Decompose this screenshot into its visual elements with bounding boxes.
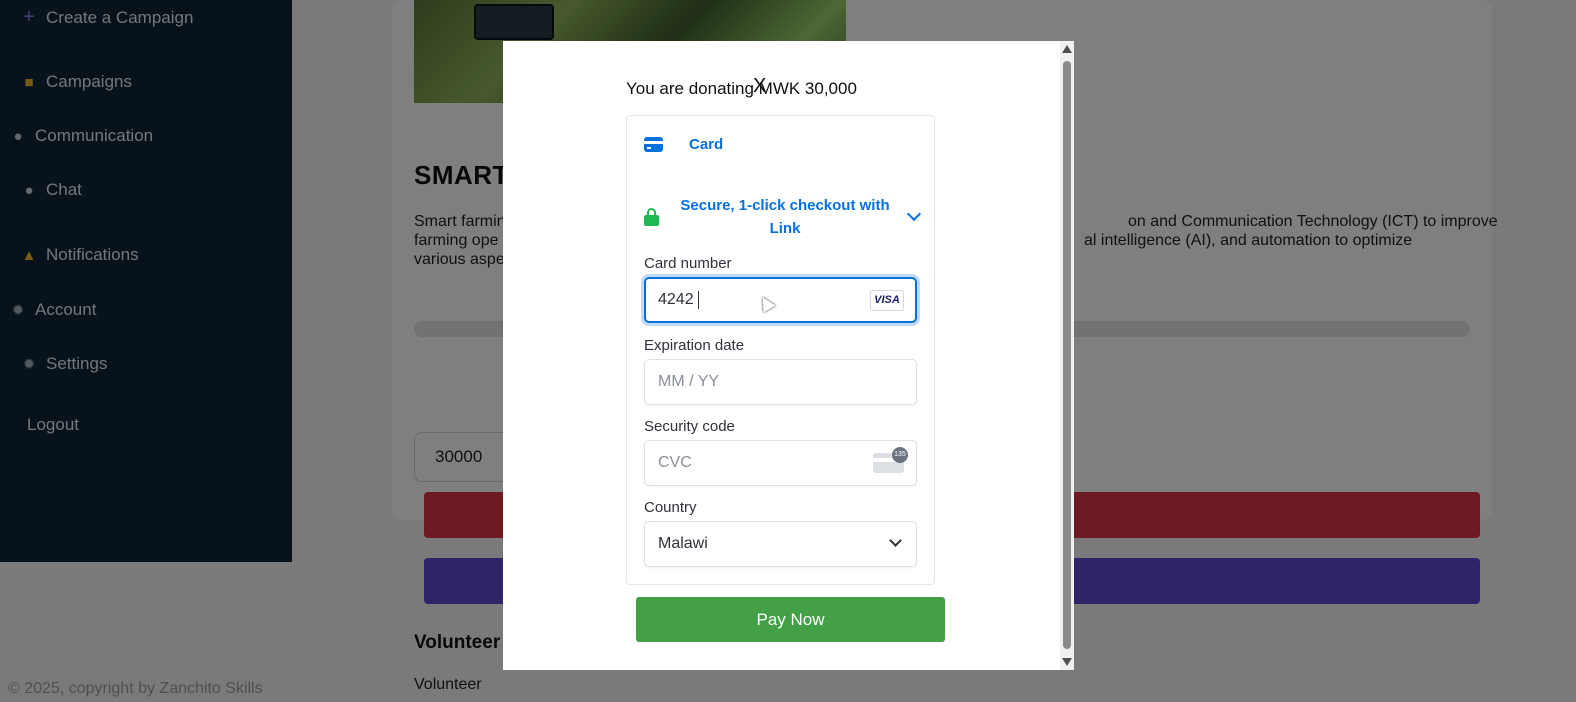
pay-now-button[interactable]: Pay Now: [636, 597, 945, 642]
text-caret: [697, 290, 699, 309]
expiration-label: Expiration date: [644, 337, 745, 354]
card-tab-label: Card: [689, 136, 724, 153]
visa-icon: VISA: [870, 290, 904, 311]
stripe-payment-element: Card Secure, 1-click checkout with Link …: [626, 115, 935, 585]
scroll-up-arrow-icon[interactable]: [1062, 45, 1072, 53]
cvc-input[interactable]: CVC 135: [644, 440, 917, 486]
payment-modal: You are donating MWK 30,000 X Card Secur…: [503, 41, 1074, 670]
expiration-input[interactable]: MM / YY: [644, 359, 917, 405]
link-checkout-toggle[interactable]: Secure, 1-click checkout with Link: [644, 194, 922, 240]
country-value: Malawi: [658, 535, 708, 552]
card-number-label: Card number: [644, 255, 732, 272]
security-code-label: Security code: [644, 418, 735, 435]
close-button[interactable]: X: [753, 75, 766, 98]
scrollbar-thumb[interactable]: [1063, 61, 1071, 649]
lock-icon: [644, 208, 659, 226]
card-number-value: 4242: [658, 291, 694, 308]
expiration-placeholder: MM / YY: [658, 373, 720, 390]
credit-card-icon: [644, 137, 663, 152]
cvc-badge: 135: [892, 447, 908, 463]
chevron-down-icon: [906, 206, 922, 222]
cvc-card-icon: 135: [873, 447, 908, 473]
tab-card[interactable]: Card: [644, 136, 723, 153]
link-checkout-text: Secure, 1-click checkout with Link: [680, 197, 890, 237]
chevron-down-icon: [889, 534, 902, 547]
card-number-input[interactable]: 4242 VISA: [644, 277, 917, 323]
country-label: Country: [644, 499, 697, 516]
scroll-down-arrow-icon[interactable]: [1062, 658, 1072, 666]
donation-summary: You are donating MWK 30,000: [626, 79, 857, 98]
modal-scrollbar[interactable]: [1060, 41, 1074, 670]
country-select[interactable]: Malawi: [644, 521, 917, 567]
cvc-placeholder: CVC: [658, 454, 692, 471]
